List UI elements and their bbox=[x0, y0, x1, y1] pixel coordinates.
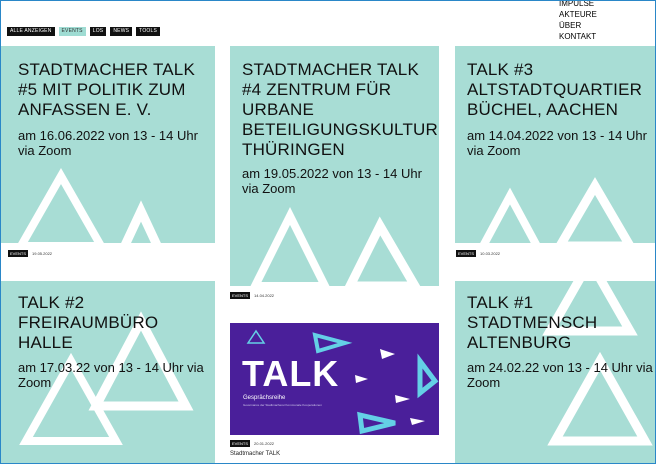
talk-small-text: Governance der Stadtmacherei Kommunale K… bbox=[243, 403, 322, 407]
card-date: am 24.02.22 von 13 - 14 Uhr via Zoom bbox=[467, 360, 653, 390]
tag-label[interactable]: EVENTS bbox=[8, 250, 29, 257]
card-tag: EVENTS 20.01.2022 bbox=[230, 440, 274, 447]
filter-bar: ALLE ANZEIGEN EVENTS LOS NEWS TOOLS bbox=[7, 27, 161, 36]
filter-news[interactable]: NEWS bbox=[110, 27, 133, 36]
tag-label[interactable]: EVENTS bbox=[230, 292, 251, 299]
card-tag: EVENTS 10.03.2022 bbox=[456, 250, 500, 257]
filter-all[interactable]: ALLE ANZEIGEN bbox=[7, 27, 55, 36]
filter-los[interactable]: LOS bbox=[89, 27, 107, 36]
card-title: TALK #3 ALTSTADTQUARTIER BÜCHEL, AACHEN bbox=[467, 60, 643, 119]
card-date: am 17.03.22 von 13 - 14 Uhr via Zoom bbox=[18, 360, 204, 390]
card-tag: EVENTS 14.04.2022 bbox=[230, 292, 274, 299]
card-title: STADTMACHER TALK #4 ZENTRUM FÜR URBANE B… bbox=[242, 60, 438, 159]
tag-date: 19.05.2022 bbox=[32, 251, 53, 256]
tag-date: 20.01.2022 bbox=[254, 441, 275, 446]
filter-tools[interactable]: TOOLS bbox=[136, 27, 161, 36]
menu-ueber[interactable]: ÜBER bbox=[559, 20, 655, 31]
card-tag: EVENTS 19.05.2022 bbox=[8, 250, 52, 257]
page-frame: ALLE ANZEIGEN EVENTS LOS NEWS TOOLS IMPU… bbox=[0, 0, 656, 464]
card-title: TALK #1 STADTMENSCH ALTENBURG bbox=[467, 293, 598, 352]
event-card-talk1[interactable]: TALK #1 STADTMENSCH ALTENBURG am 24.02.2… bbox=[455, 281, 655, 463]
talk-image[interactable]: TALK Gesprächsreihe Governance der Stadt… bbox=[230, 323, 439, 435]
card-title: TALK #2 FREIRAUMBÜRO HALLE bbox=[18, 293, 159, 352]
tag-date: 10.03.2022 bbox=[480, 251, 501, 256]
card-date: am 16.06.2022 von 13 - 14 Uhr via Zoom bbox=[18, 128, 198, 158]
card-date: am 14.04.2022 von 13 - 14 Uhr via Zoom bbox=[467, 128, 647, 158]
event-card-talk2[interactable]: TALK #2 FREIRAUMBÜRO HALLE am 17.03.22 v… bbox=[1, 281, 215, 463]
tag-label[interactable]: EVENTS bbox=[230, 440, 251, 447]
event-card-talk4[interactable]: STADTMACHER TALK #4 ZENTRUM FÜR URBANE B… bbox=[230, 46, 439, 286]
event-card-talk5[interactable]: STADTMACHER TALK #5 MIT POLITIK ZUM ANFA… bbox=[1, 46, 215, 243]
menu-akteure[interactable]: AKTEURE bbox=[559, 9, 655, 20]
tag-date: 14.04.2022 bbox=[254, 293, 275, 298]
talk-wordmark: TALK bbox=[242, 353, 340, 394]
tag-label[interactable]: EVENTS bbox=[456, 250, 477, 257]
card-title: STADTMACHER TALK #5 MIT POLITIK ZUM ANFA… bbox=[18, 60, 196, 119]
menu-impulse[interactable]: IMPULSE bbox=[559, 1, 655, 9]
talk-caption[interactable]: Stadtmacher TALK bbox=[230, 451, 280, 457]
filter-events[interactable]: EVENTS bbox=[58, 27, 86, 36]
menu-kontakt[interactable]: KONTAKT bbox=[559, 31, 655, 42]
event-card-talk3[interactable]: TALK #3 ALTSTADTQUARTIER BÜCHEL, AACHEN … bbox=[455, 46, 655, 243]
talk-subtitle: Gesprächsreihe bbox=[243, 395, 286, 401]
card-date: am 19.05.2022 von 13 - 14 Uhr via Zoom bbox=[242, 166, 422, 196]
